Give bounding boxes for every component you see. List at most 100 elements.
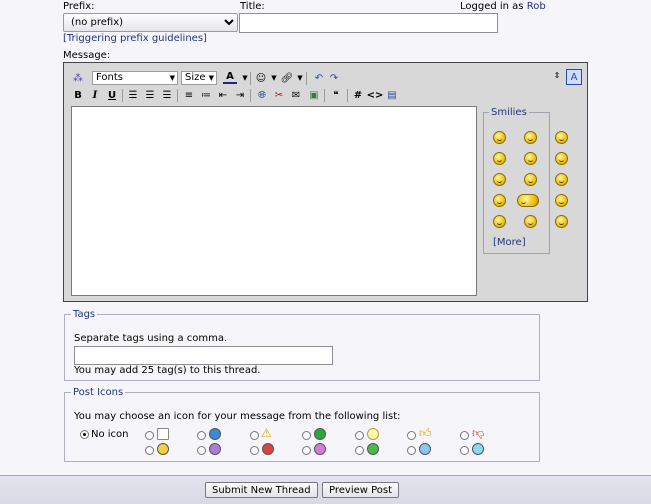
post-icon-radio[interactable] [250,446,259,455]
smiley-icon[interactable] [555,215,568,228]
text-color-icon[interactable]: A [223,71,237,84]
unordered-list-icon[interactable]: ≔ [199,88,213,102]
tags-fieldset: Tags Separate tags using a comma. You ma… [64,309,540,381]
smile-icon [157,443,169,455]
login-user-link[interactable]: Rob [527,1,546,12]
smiley-icon[interactable] [493,173,506,186]
arrow-right-icon [314,428,326,440]
preview-post-button[interactable]: Preview Post [322,482,400,498]
indent-icon[interactable]: ⇥ [233,88,247,102]
title-label: Title: [240,1,265,12]
smiley-icon[interactable] [493,215,506,228]
smiley-icon[interactable] [555,173,568,186]
post-icon-radio[interactable] [407,446,416,455]
chevron-down-icon: ▼ [208,74,214,82]
code-icon[interactable]: <> [367,88,384,102]
smiley-icon[interactable] [493,131,506,144]
prefix-select[interactable]: (no prefix) [63,13,238,32]
smiley-icon[interactable] [493,194,506,207]
smiley-icon[interactable] [524,215,537,228]
align-right-icon[interactable]: ☰ [160,88,174,102]
thumbs-up-icon: 👍︎ [419,426,432,440]
hash-icon[interactable]: # [351,88,365,102]
smiley-icon[interactable] [524,152,537,165]
italic-icon[interactable]: I [88,88,102,102]
outdent-icon[interactable]: ⇤ [216,88,230,102]
login-status: Logged in as Rob [460,1,546,12]
smiley-icon[interactable] [524,173,537,186]
toolbar-divider [324,89,325,102]
size-select-label: Size [185,72,206,83]
underline-icon[interactable]: U [105,88,119,102]
post-icons-hint: You may choose an icon for your message … [74,411,401,422]
post-icon-radio[interactable] [197,431,206,440]
smiley-icon[interactable] [493,152,506,165]
unlink-icon[interactable]: ✂ [272,88,286,102]
align-center-icon[interactable]: ☰ [143,88,157,102]
chevron-down-icon[interactable]: ▼ [293,71,307,85]
message-editor: ⁂ Fonts ▼ Size ▼ A ▼ ☺ ▼ 🔗︎ ▼ ↶ ↷ ⇕ A B I … [63,62,588,302]
lightbulb-icon [367,428,379,440]
title-input[interactable] [239,13,498,33]
tongue-icon [314,443,326,455]
font-select[interactable]: Fonts ▼ [92,71,178,85]
submit-bar: Submit New Thread Preview Post [0,475,651,504]
toolbar-divider [250,72,251,85]
smiley-insert-icon[interactable]: ☺ [254,71,268,85]
smiley-icon[interactable] [524,131,537,144]
toolbar-divider [347,89,348,102]
smilies-legend: Smilies [491,107,527,118]
undo-icon[interactable]: ↶ [312,71,326,85]
post-icon-radio[interactable] [197,446,206,455]
bold-icon[interactable]: B [71,88,85,102]
prefix-guidelines-link[interactable]: [Triggering prefix guidelines] [63,33,207,44]
post-icon-radio[interactable] [302,446,311,455]
insert-email-icon[interactable]: ✉ [289,88,303,102]
no-icon-radio[interactable] [80,430,89,439]
smiley-icon[interactable] [555,194,568,207]
post-icon-radio[interactable] [302,431,311,440]
font-select-label: Fonts [96,72,123,83]
quote-icon[interactable]: ❝ [329,88,343,102]
thumbs-down-icon: 👎︎ [472,426,485,440]
submit-thread-button[interactable]: Submit New Thread [205,482,318,498]
smiley-icon[interactable] [555,152,568,165]
insert-image-icon[interactable]: ▣ [307,88,321,102]
resize-icon[interactable]: ⇕ [550,69,564,83]
toolbar-divider [122,89,123,102]
chevron-down-icon[interactable]: ▼ [267,71,281,85]
post-icons-fieldset: Post Icons You may choose an icon for yo… [64,387,540,462]
post-icon-radio[interactable] [355,431,364,440]
toolbar-divider [177,89,178,102]
ordered-list-icon[interactable]: ≡ [182,88,196,102]
smilies-more-link[interactable]: [More] [493,237,526,248]
smiley-icon[interactable] [555,131,568,144]
tags-hint: Separate tags using a comma. [74,333,228,344]
tags-note: You may add 25 tag(s) to this thread. [74,365,261,376]
remove-format-icon[interactable]: ⁂ [71,71,85,85]
note-icon [157,428,169,440]
toolbar-divider [250,89,251,102]
php-icon[interactable]: ▤ [385,88,399,102]
post-icon-radio[interactable] [355,446,364,455]
post-icon-radio[interactable] [460,446,469,455]
post-icon-radio[interactable] [145,446,154,455]
align-left-icon[interactable]: ☰ [126,88,140,102]
question-icon [209,428,221,440]
redo-icon[interactable]: ↷ [327,71,341,85]
insert-link-icon[interactable]: 🌐︎ [255,88,269,102]
smiley-icon[interactable] [517,194,539,207]
toolbar-divider [306,72,307,85]
attachment-icon[interactable]: 🔗︎ [280,71,294,85]
post-icon-radio[interactable] [250,431,259,440]
post-icon-radio[interactable] [145,431,154,440]
message-textarea[interactable] [71,106,477,296]
angry-icon [262,443,274,455]
post-icon-radio[interactable] [460,431,469,440]
post-icon-radio[interactable] [407,431,416,440]
no-icon-label: No icon [91,429,129,440]
size-select[interactable]: Size ▼ [181,71,217,85]
tags-input[interactable] [74,346,333,365]
switch-mode-icon[interactable]: A [566,69,582,85]
message-label: Message: [63,50,111,61]
